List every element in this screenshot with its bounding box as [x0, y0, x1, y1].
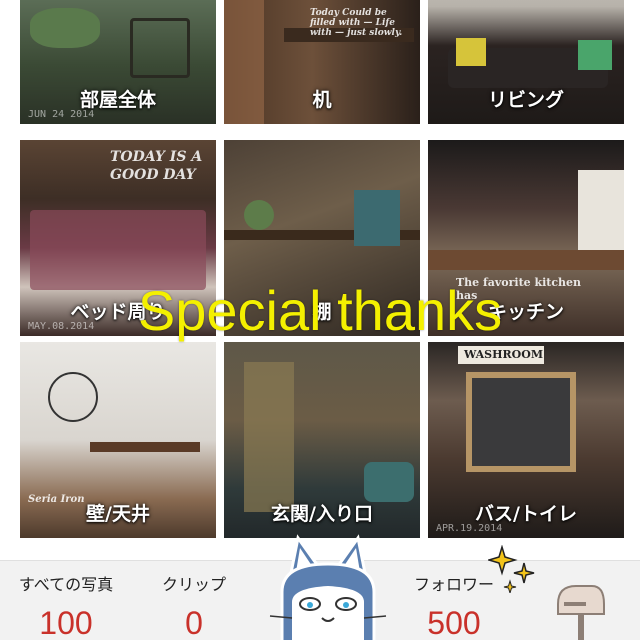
tile-label: バス/トイレ: [475, 503, 577, 525]
shoe-shape: [364, 462, 414, 502]
tile-label: 棚: [312, 301, 332, 323]
tile-wall-ceiling[interactable]: Seria Iron 壁/天井: [20, 342, 216, 538]
tile-shelf[interactable]: 棚: [224, 140, 420, 336]
photo-caption: TODAY IS A GOOD DAY: [110, 149, 203, 183]
tile-kitchen[interactable]: The favorite kitchen has キッチン: [428, 140, 624, 336]
sign-shape: [354, 190, 400, 246]
mirror-shape: [466, 372, 576, 472]
photo-caption: Today Could be filled with — Life with —…: [310, 8, 403, 38]
stat-value: 0: [185, 605, 203, 640]
tile-label: リビング: [487, 89, 564, 111]
window-shape: [578, 170, 624, 250]
stat-following[interactable]: フォロー: [256, 571, 396, 605]
stat-value: 500: [427, 605, 481, 640]
tile-entrance[interactable]: 玄関/入り口: [224, 342, 420, 538]
counter-shape: [428, 250, 624, 270]
tile-desk[interactable]: Today Could be filled with — Life with —…: [224, 0, 420, 124]
stat-value: 100: [39, 605, 93, 640]
bedspread-shape: [30, 210, 206, 290]
plant-shape: [30, 8, 100, 48]
profile-stats-bar: すべての写真 100 クリップ 0 フォロー フォロワー 500: [0, 560, 640, 640]
tile-living[interactable]: リビング: [428, 0, 624, 124]
photo-caption: WASHROOM: [464, 348, 544, 361]
hanging-ring-shape: [48, 372, 98, 422]
tile-label: 玄関/入り口: [271, 503, 373, 525]
tile-room-overall[interactable]: JUN 24 2014 部屋全体: [20, 0, 216, 124]
stat-all-photos[interactable]: すべての写真 100: [0, 571, 136, 640]
photo-grid: JUN 24 2014 部屋全体 Today Could be filled w…: [0, 0, 640, 560]
plant-shape: [244, 200, 274, 230]
stat-followers[interactable]: フォロワー 500: [384, 571, 524, 640]
stat-label: フォロー: [293, 575, 358, 594]
wall-shelf-shape: [90, 442, 200, 452]
crate-shape: [244, 362, 294, 512]
tile-label: 机: [312, 89, 332, 111]
stat-label: すべての写真: [18, 575, 114, 594]
tile-label: 壁/天井: [86, 503, 150, 525]
tile-label: キッチン: [487, 301, 564, 323]
tile-label: 部屋全体: [79, 89, 156, 111]
tile-bedside[interactable]: TODAY IS A GOOD DAY MAY.08.2014 ベッド周り: [20, 140, 216, 336]
tile-label: ベッド周り: [70, 301, 166, 323]
chair-shape: [130, 18, 190, 78]
stat-clips[interactable]: クリップ 0: [124, 571, 264, 640]
cushion-shape: [578, 40, 612, 70]
stat-label: クリップ: [161, 575, 226, 594]
tile-bath-toilet[interactable]: WASHROOM APR.19.2014 バス/トイレ: [428, 342, 624, 538]
mailbox-icon[interactable]: [552, 580, 608, 640]
cushion-shape: [456, 38, 486, 66]
stat-label: フォロワー: [413, 575, 494, 594]
